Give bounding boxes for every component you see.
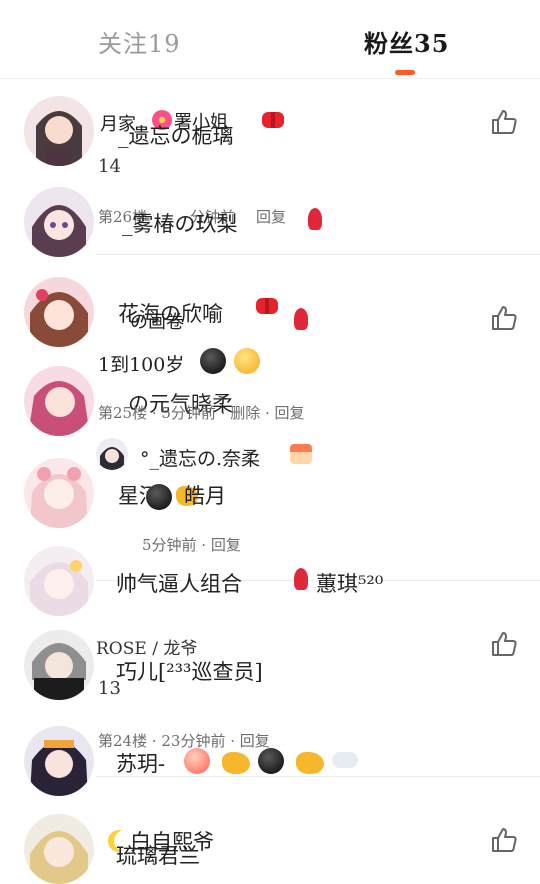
- dark-moon-face-emoji: [258, 748, 284, 774]
- tab-following[interactable]: 关注19: [98, 24, 181, 59]
- avatar[interactable]: [24, 96, 94, 166]
- tab-fans[interactable]: 粉丝35: [364, 24, 449, 59]
- avatar[interactable]: [24, 546, 94, 616]
- thumbs-up-icon[interactable]: [490, 826, 518, 854]
- avatar[interactable]: [24, 814, 94, 884]
- text-t8: _雾椿の玖梨: [122, 212, 238, 236]
- divider: [96, 254, 540, 255]
- dash-emoji: [332, 752, 358, 768]
- text-t24: 苏玥-: [116, 752, 166, 776]
- text-t4: 14: [98, 156, 121, 177]
- tulip-emoji: [308, 208, 322, 230]
- tulip-emoji: [294, 568, 308, 590]
- text-t22: 13: [98, 678, 121, 699]
- text-t7: 回复: [256, 208, 287, 226]
- cake-emoji: [290, 444, 312, 464]
- reply-avatar[interactable]: [96, 438, 128, 470]
- avatar[interactable]: [24, 726, 94, 796]
- text-t11: 1到100岁: [98, 354, 185, 376]
- text-t21: 巧儿[²³³巡查员]: [116, 660, 263, 684]
- avatar[interactable]: [24, 187, 94, 257]
- text-t17: 5分钟前 · 回复: [142, 536, 241, 554]
- pointing-hand-emoji: [222, 752, 250, 774]
- moon-face-emoji: [234, 348, 260, 374]
- thumbs-up-icon[interactable]: [490, 304, 518, 332]
- thumbs-up-icon[interactable]: [490, 630, 518, 658]
- bow-emoji: [262, 112, 284, 128]
- avatar[interactable]: [24, 366, 94, 436]
- peach-emoji: [184, 748, 210, 774]
- thumbs-up-icon[interactable]: [490, 108, 518, 136]
- tab-active-indicator: [395, 70, 415, 75]
- avatar[interactable]: [24, 277, 94, 347]
- tab-bar: 关注19 粉丝35: [0, 0, 540, 79]
- text-t19: 蕙琪⁵²⁰: [316, 572, 384, 596]
- text-t16: 皓月: [184, 484, 226, 508]
- text-t26: 琉璃君兰: [116, 844, 200, 868]
- text-t3: 署小姐: [174, 112, 228, 133]
- text-t14: °_遗忘の.奈柔: [140, 448, 261, 470]
- text-t18: 帅气逼人组合: [116, 572, 242, 596]
- dark-moon-face-emoji: [146, 484, 172, 510]
- avatar[interactable]: [24, 630, 94, 700]
- text-t13: 第25楼 · 5分钟前 · 删除 · 回复: [98, 404, 305, 422]
- avatar[interactable]: [24, 458, 94, 528]
- text-t10: の画卷: [130, 312, 184, 333]
- bow-emoji: [256, 298, 278, 314]
- dark-moon-face-emoji: [200, 348, 226, 374]
- tulip-emoji: [294, 308, 308, 330]
- pointing-hand-emoji: [296, 752, 324, 774]
